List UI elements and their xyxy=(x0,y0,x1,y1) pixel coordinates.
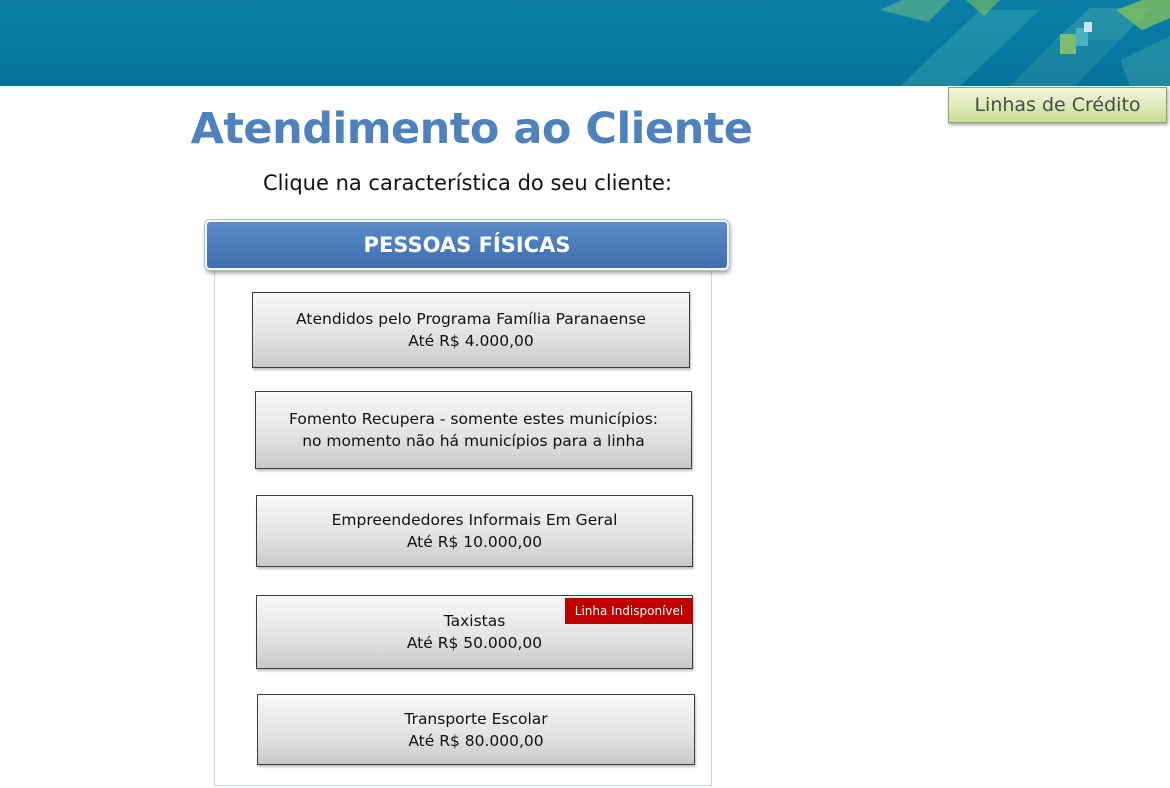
option-amount: Até R$ 4.000,00 xyxy=(408,332,534,350)
credit-lines-button[interactable]: Linhas de Crédito xyxy=(948,87,1167,123)
option-amount: Até R$ 80.000,00 xyxy=(408,731,544,750)
section-title: PESSOAS FÍSICAS xyxy=(363,233,571,257)
option-amount: Até R$ 10.000,00 xyxy=(406,533,543,551)
option-detail: no momento não há municípios para a linh… xyxy=(302,432,645,450)
section-header-pessoas-fisicas: PESSOAS FÍSICAS xyxy=(205,220,729,270)
option-label: Empreendedores Informais Em Geral xyxy=(331,511,618,529)
decorative-cubes-graphic xyxy=(880,0,1170,86)
page-subtitle: Clique na característica do seu cliente: xyxy=(263,171,672,195)
option-fomento-recupera[interactable]: Fomento Recupera - somente estes municíp… xyxy=(255,391,692,469)
page-title: Atendimento ao Cliente xyxy=(190,104,753,154)
option-empreendedores-informais[interactable]: Empreendedores Informais Em Geral Até R$… xyxy=(256,495,693,567)
option-label: Atendidos pelo Programa Família Paranaen… xyxy=(296,310,646,328)
option-familia-paranaense[interactable]: Atendidos pelo Programa Família Paranaen… xyxy=(252,292,690,368)
option-transporte-escolar[interactable]: Transporte Escolar Até R$ 80.000,00 xyxy=(257,694,695,765)
option-amount: Até R$ 50.000,00 xyxy=(406,634,543,652)
option-label: Taxistas xyxy=(443,612,506,630)
unavailable-badge: Linha Indisponível xyxy=(565,598,693,624)
top-banner xyxy=(0,0,1170,86)
option-label: Fomento Recupera - somente estes municíp… xyxy=(288,410,659,428)
option-label: Transporte Escolar xyxy=(404,709,548,728)
